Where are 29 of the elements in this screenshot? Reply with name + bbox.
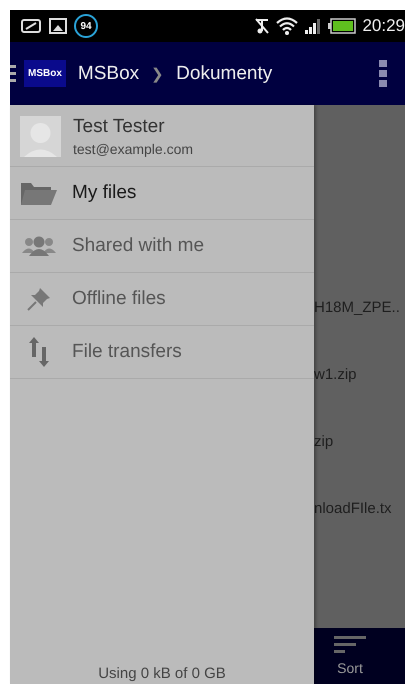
storage-usage: Using 0 kB of 0 GB [97, 665, 227, 684]
drawer-item[interactable]: Shared with me [10, 220, 314, 273]
signal-icon [304, 18, 322, 34]
menu-icon[interactable] [10, 62, 16, 84]
breadcrumb[interactable]: MSBox [78, 62, 140, 84]
user-email: test@example.com [73, 141, 194, 157]
file-name[interactable]: H18M_ZPE.. [314, 299, 405, 319]
sort-icon [334, 636, 366, 654]
sort-button[interactable]: Sort [314, 628, 366, 684]
file-name[interactable]: zip [314, 433, 405, 453]
app-logo[interactable]: MSBox [24, 60, 66, 87]
drawer-item[interactable]: My files [10, 167, 314, 220]
battery-icon [328, 18, 356, 34]
wifi-icon [276, 17, 298, 35]
file-name[interactable]: nloadFIle.tx [314, 500, 405, 520]
clock: 20:29 [362, 16, 405, 36]
people-icon [20, 236, 58, 256]
breadcrumb-separator: ❯ [151, 64, 164, 82]
notification-badge: 94 [74, 14, 98, 38]
muted-icon [254, 17, 270, 35]
battery-saver-icon [20, 18, 42, 34]
folder-icon [20, 181, 58, 205]
file-name[interactable]: w1.zip [314, 366, 405, 386]
drawer-item[interactable]: File transfers [10, 326, 314, 379]
avatar-icon [20, 116, 61, 157]
overflow-menu-icon[interactable] [379, 60, 387, 88]
user-name: Test Tester [73, 116, 166, 138]
image-icon [49, 18, 67, 34]
breadcrumb[interactable]: Dokumenty [176, 62, 272, 84]
